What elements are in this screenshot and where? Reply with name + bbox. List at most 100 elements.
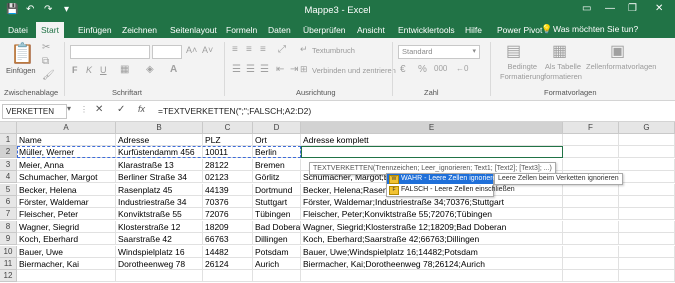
insert-function-icon[interactable]: fx <box>138 104 145 114</box>
tab-entwicklertools[interactable]: Entwicklertools <box>398 25 455 35</box>
align-middle-icon[interactable]: ≡ <box>246 44 252 55</box>
formula-input[interactable]: =TEXTVERKETTEN(";";FALSCH;A2:D2) <box>158 106 311 116</box>
row-header[interactable]: 3 <box>0 158 17 171</box>
row-header[interactable]: 7 <box>0 208 17 221</box>
table-cell[interactable] <box>619 196 675 208</box>
table-cell[interactable]: 18209 <box>203 220 253 233</box>
table-cell[interactable]: Becker, Helena <box>17 183 116 196</box>
wrap-text-button[interactable]: Textumbruch <box>312 46 355 55</box>
table-cell[interactable] <box>116 270 203 283</box>
table-cell[interactable] <box>563 134 619 146</box>
table-cell[interactable]: Kurfüstendamm 456 <box>116 146 203 159</box>
row-header[interactable]: 9 <box>0 233 17 246</box>
row-header[interactable]: 10 <box>0 245 17 258</box>
table-cell[interactable]: Bauer, Uwe;Windspielplatz 16;14482;Potsd… <box>301 245 563 258</box>
table-cell[interactable]: Rasenplatz 45 <box>116 183 203 196</box>
table-cell[interactable]: Fleischer, Peter <box>17 208 116 221</box>
align-bottom-icon[interactable]: ≡ <box>260 44 266 55</box>
table-cell[interactable] <box>619 220 675 233</box>
borders-icon[interactable]: ▦ <box>120 64 129 75</box>
tab-daten[interactable]: Daten <box>268 25 291 35</box>
table-cell[interactable]: Dillingen <box>253 233 301 246</box>
row-header[interactable]: 2 <box>0 146 17 159</box>
thousands-icon[interactable]: 000 <box>434 64 447 73</box>
tab-zeichnen[interactable]: Zeichnen <box>122 25 157 35</box>
table-cell[interactable]: Klosterstraße 12 <box>116 220 203 233</box>
table-cell[interactable] <box>563 270 619 283</box>
paste-icon[interactable]: 📋 <box>10 41 35 66</box>
align-top-icon[interactable]: ≡ <box>232 44 238 55</box>
table-cell[interactable]: Wagner, Siegrid;Klosterstraße 12;18209;B… <box>301 220 563 233</box>
table-cell[interactable] <box>563 208 619 221</box>
table-cell[interactable] <box>619 233 675 246</box>
select-all-corner[interactable] <box>0 122 17 134</box>
table-cell[interactable] <box>619 270 675 283</box>
table-cell[interactable] <box>563 196 619 208</box>
column-header[interactable]: D <box>253 122 301 134</box>
tab-seitenlayout[interactable]: Seitenlayout <box>170 25 217 35</box>
grow-font-icon[interactable]: A˄ <box>186 45 197 55</box>
row-header[interactable]: 6 <box>0 196 17 208</box>
table-cell[interactable]: Adresse <box>116 134 203 146</box>
align-right-icon[interactable]: ☰ <box>260 64 269 75</box>
column-header[interactable]: E <box>301 122 563 134</box>
table-cell[interactable]: Industriestraße 34 <box>116 196 203 208</box>
font-color-icon[interactable]: A <box>170 64 177 75</box>
table-cell[interactable] <box>619 134 675 146</box>
table-cell[interactable]: 70376 <box>203 196 253 208</box>
table-cell[interactable] <box>619 208 675 221</box>
format-as-table-button[interactable]: Als Tabelle formatieren <box>544 62 582 82</box>
table-cell[interactable]: Koch, Eberhard <box>17 233 116 246</box>
column-header[interactable]: B <box>116 122 203 134</box>
row-header[interactable]: 8 <box>0 220 17 233</box>
tab-einfuegen[interactable]: Einfügen <box>78 25 112 35</box>
table-cell[interactable]: Ort <box>253 134 301 146</box>
row-header[interactable]: 5 <box>0 183 17 196</box>
table-cell[interactable]: Saarstraße 42 <box>116 233 203 246</box>
copy-icon[interactable]: ⧉ <box>42 56 49 67</box>
table-cell[interactable]: 02123 <box>203 171 253 184</box>
ribbon-display-options-icon[interactable]: ▭ <box>582 3 591 14</box>
underline-button[interactable]: U <box>100 65 107 75</box>
align-center-icon[interactable]: ☰ <box>246 64 255 75</box>
row-header[interactable]: 4 <box>0 171 17 184</box>
conditional-format-icon[interactable]: ▤ <box>506 41 521 61</box>
merge-center-button[interactable]: Verbinden und zentrieren <box>312 66 396 75</box>
font-name-select[interactable] <box>70 45 150 59</box>
table-cell[interactable]: 44139 <box>203 183 253 196</box>
table-cell[interactable]: Biermacher, Kai;Dorotheenweg 78;26124;Au… <box>301 258 563 270</box>
table-cell[interactable]: Name <box>17 134 116 146</box>
table-cell[interactable] <box>253 270 301 283</box>
table-cell[interactable]: PLZ <box>203 134 253 146</box>
table-cell[interactable]: Wagner, Siegrid <box>17 220 116 233</box>
table-cell[interactable]: Dortmund <box>253 183 301 196</box>
merge-icon[interactable]: ⊞ <box>300 64 308 75</box>
table-cell[interactable]: Biermacher, Kai <box>17 258 116 270</box>
tab-start[interactable]: Start <box>36 22 64 38</box>
table-cell[interactable]: Bad Doberan <box>253 220 301 233</box>
worksheet-grid[interactable]: A B C D E F G 1 Name Adresse PLZ Ort Adresse … <box>0 122 675 283</box>
autocomplete-option-false[interactable]: F FALSCH - Leere Zellen einschließen <box>387 185 515 195</box>
cell-styles-icon[interactable]: ▣ <box>610 41 625 61</box>
percent-icon[interactable]: % <box>418 64 427 75</box>
close-button[interactable]: ✕ <box>655 3 663 14</box>
table-cell[interactable] <box>563 183 619 196</box>
table-cell[interactable] <box>563 258 619 270</box>
table-cell[interactable] <box>619 258 675 270</box>
column-header[interactable]: C <box>203 122 253 134</box>
table-cell[interactable]: Müller, Werner <box>17 146 116 159</box>
italic-button[interactable]: K <box>86 65 92 75</box>
column-header[interactable]: A <box>17 122 116 134</box>
table-cell[interactable]: Konviktstraße 55 <box>116 208 203 221</box>
bold-button[interactable]: F <box>72 65 78 75</box>
table-cell[interactable] <box>563 245 619 258</box>
table-cell[interactable]: 28122 <box>203 158 253 171</box>
table-cell[interactable] <box>619 146 675 159</box>
table-cell[interactable]: Bremen <box>253 158 301 171</box>
table-cell[interactable]: 66763 <box>203 233 253 246</box>
active-cell-editor[interactable] <box>301 146 563 159</box>
name-box[interactable]: VERKETTEN <box>2 104 67 119</box>
fill-color-icon[interactable]: ◈ <box>146 64 154 75</box>
table-cell[interactable]: Adresse komplett <box>301 134 563 146</box>
row-header[interactable]: 12 <box>0 270 17 283</box>
